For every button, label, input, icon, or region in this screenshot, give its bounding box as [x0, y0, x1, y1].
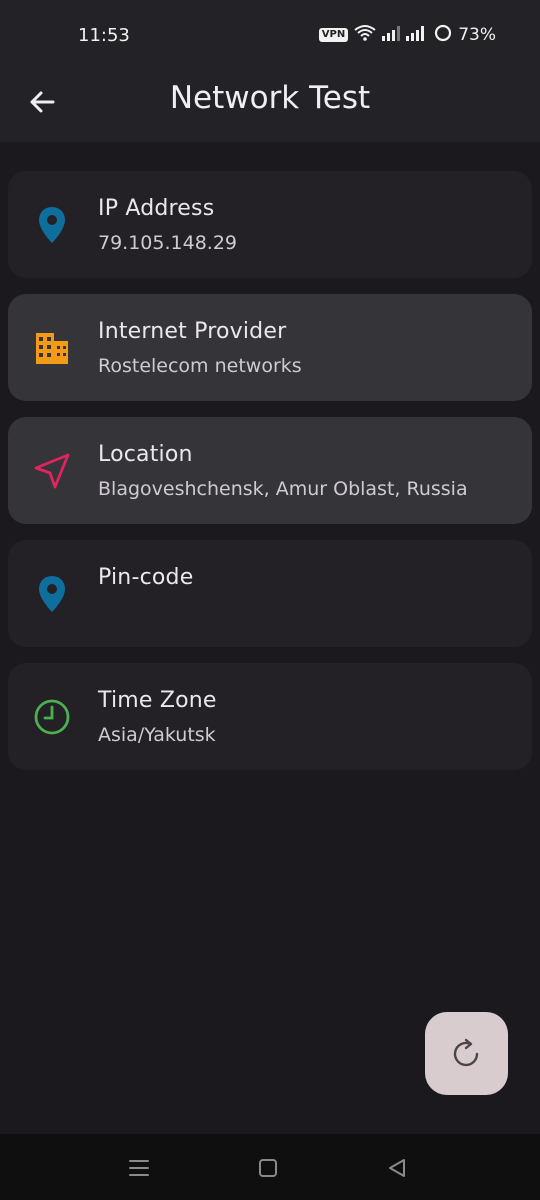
card-title: IP Address	[98, 196, 215, 221]
menu-icon	[129, 1160, 149, 1176]
card-title: Location	[98, 442, 193, 467]
wifi-icon	[354, 24, 376, 47]
battery-icon	[434, 24, 452, 47]
pin-code-card[interactable]: Pin-code	[8, 540, 532, 647]
status-time: 11:53	[78, 25, 130, 46]
location-pin-icon	[32, 574, 72, 614]
signal-icon-2	[406, 25, 428, 46]
card-value: 79.105.148.29	[98, 232, 238, 254]
app-bar: Network Test	[0, 70, 540, 142]
card-value: Asia/Yakutsk	[98, 724, 216, 746]
vpn-badge: VPN	[318, 28, 349, 42]
card-title: Internet Provider	[98, 319, 287, 344]
back-triangle-icon	[389, 1159, 405, 1177]
refresh-icon	[453, 1038, 478, 1066]
card-title: Time Zone	[98, 688, 217, 713]
status-bar: 11:53 VPN 73%	[0, 0, 540, 70]
refresh-button[interactable]	[425, 1012, 508, 1095]
card-title: Pin-code	[98, 565, 194, 590]
clock-icon	[32, 697, 72, 737]
home-button[interactable]	[254, 1154, 282, 1182]
status-icons: VPN 73%	[318, 24, 496, 47]
home-icon	[259, 1159, 277, 1177]
location-pin-icon	[32, 205, 72, 245]
navigation-arrow-icon	[32, 451, 72, 491]
signal-icon-1	[382, 25, 401, 46]
battery-percent: 73%	[458, 25, 496, 45]
info-card-list: IP Address 79.105.148.29 Internet Provid…	[8, 171, 532, 786]
system-nav-bar	[0, 1134, 540, 1200]
ip-address-card[interactable]: IP Address 79.105.148.29	[8, 171, 532, 278]
recent-apps-button[interactable]	[125, 1154, 153, 1182]
location-card[interactable]: Location Blagoveshchensk, Amur Oblast, R…	[8, 417, 532, 524]
building-icon	[32, 328, 72, 368]
card-value: Blagoveshchensk, Amur Oblast, Russia	[98, 478, 468, 500]
time-zone-card[interactable]: Time Zone Asia/Yakutsk	[8, 663, 532, 770]
card-value: Rostelecom networks	[98, 355, 302, 377]
page-title: Network Test	[169, 80, 371, 116]
internet-provider-card[interactable]: Internet Provider Rostelecom networks	[8, 294, 532, 401]
system-back-button[interactable]	[383, 1154, 411, 1182]
